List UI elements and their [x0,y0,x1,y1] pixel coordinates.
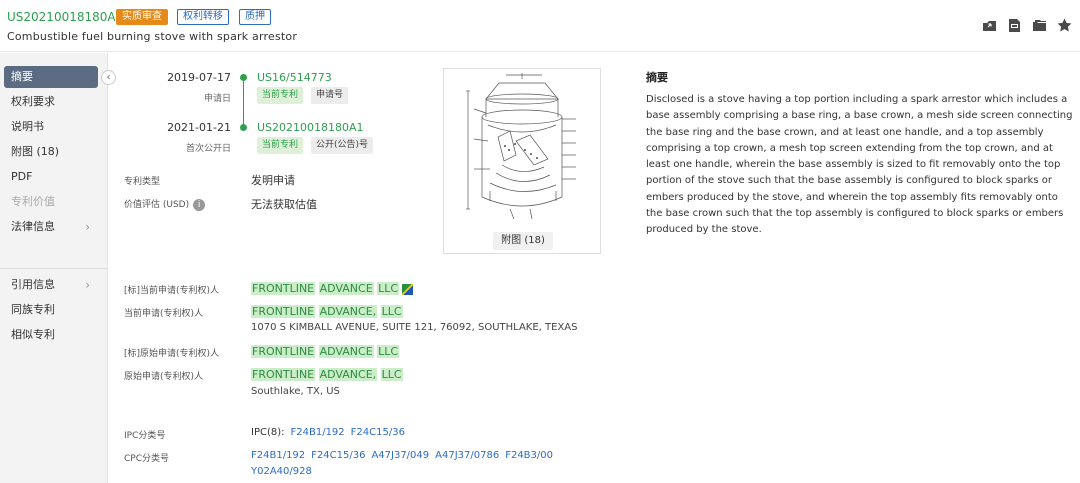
highlight-word: FRONTLINE [251,305,316,318]
company-flag-icon[interactable] [402,283,414,295]
timeline-dot [240,74,247,81]
current-applicant-label: 当前申请(专利权)人 [124,309,204,319]
abstract-heading: 摘要 [646,71,668,84]
patent-type-value: 发明申请 [251,174,295,187]
abstract-text: Disclosed is a stove having a top portio… [646,94,1073,236]
tag-current-patent: 当前专利 [257,87,304,104]
highlight-word: FRONTLINE [251,368,316,381]
chevron-right-icon: › [85,220,90,234]
highlight-word: ADVANCE, [318,305,378,318]
chevron-right-icon: › [85,278,90,292]
current-applicant-address: 1070 S KIMBALL AVENUE, SUITE 121, 76092,… [251,322,578,333]
patent-header: US20210018180A1 实质审查 权利转移 质押 Combustible… [0,0,1080,52]
star-icon[interactable] [1056,17,1072,33]
cpc-label: CPC分类号 [124,454,169,464]
cpc-code-link[interactable]: A47J37/049 [371,450,429,461]
sidebar: 摘要 权利要求 说明书 附图 (18) PDF 专利价值 法律信息 › 引用信息… [0,53,108,483]
ipc-label: IPC分类号 [124,431,166,441]
std-original-applicant[interactable]: FRONTLINE ADVANCE LLC [251,345,400,358]
figure-caption[interactable]: 附图 (18) [493,232,553,250]
header-toolbar [981,17,1072,33]
patent-title: Combustible fuel burning stove with spar… [7,30,298,43]
highlight-word: FRONTLINE [251,345,316,358]
cpc-code-link[interactable]: F24B1/192 [251,450,305,461]
tag-publication-number: 公开(公告)号 [311,137,374,154]
status-badge-transfer[interactable]: 权利转移 [177,9,229,25]
sidebar-item-label: 法律信息 [11,220,55,233]
original-applicant[interactable]: FRONTLINE ADVANCE, LLC [251,368,403,381]
publication-date-label: 首次公开日 [185,144,231,154]
sidebar-item-drawings[interactable]: 附图 (18) [4,141,98,163]
publication-number-link[interactable]: US20210018180A1 [257,121,364,134]
pdf-icon[interactable] [1006,17,1022,33]
application-number-link[interactable]: US16/514773 [257,71,332,84]
application-date: 2019-07-17 [167,71,231,84]
publication-date: 2021-01-21 [167,121,231,134]
sidebar-item-label: 引用信息 [11,278,55,291]
sidebar-item-abstract[interactable]: 摘要 [4,66,98,88]
sidebar-divider [0,268,107,269]
highlight-word: ADVANCE [318,345,374,358]
original-applicant-label: 原始申请(专利权)人 [124,372,204,382]
current-applicant[interactable]: FRONTLINE ADVANCE, LLC [251,305,403,318]
highlight-word: ADVANCE, [318,368,378,381]
ipc-prefix: IPC(8): [251,427,285,438]
cpc-codes-line2: Y02A40/928 [251,466,318,477]
application-date-label: 申请日 [203,94,231,104]
highlight-word: LLC [380,368,403,381]
status-badge-pledge[interactable]: 质押 [239,9,271,25]
ipc-code-link[interactable]: F24B1/192 [291,427,345,438]
status-badge-examination: 实质审查 [116,9,168,25]
sidebar-item-family[interactable]: 同族专利 [4,299,98,321]
publication-number[interactable]: US20210018180A1 [7,10,123,24]
timeline-line [243,81,244,127]
cpc-code-link[interactable]: Y02A40/928 [251,466,312,477]
valuation-label: 价值评估 (USD) i [124,197,206,211]
std-current-applicant[interactable]: FRONTLINE ADVANCE LLC [251,282,414,295]
sidebar-item-similar[interactable]: 相似专利 [4,324,98,346]
patent-figure-thumbnail[interactable]: 附图 (18) [443,68,601,254]
valuation-label-text: 价值评估 (USD) [124,200,190,210]
cpc-code-link[interactable]: F24B3/00 [505,450,553,461]
ipc-codes: IPC(8): F24B1/192 F24C15/36 [251,427,411,438]
sidebar-item-description[interactable]: 说明书 [4,116,98,138]
sidebar-item-citations[interactable]: 引用信息 › [4,274,98,296]
ipc-code-link[interactable]: F24C15/36 [351,427,405,438]
cpc-code-link[interactable]: F24C15/36 [311,450,365,461]
highlight-word: ADVANCE [318,282,374,295]
collapse-sidebar-button[interactable]: ‹ [101,70,116,85]
std-current-applicant-label: [标]当前申请(专利权)人 [124,286,220,296]
highlight-word: LLC [377,345,400,358]
folder-icon[interactable] [1031,17,1047,33]
cpc-code-link[interactable]: A47J37/0786 [435,450,499,461]
highlight-word: LLC [377,282,400,295]
sidebar-item-pdf[interactable]: PDF [4,166,98,188]
stove-drawing [466,73,576,220]
tag-current-patent: 当前专利 [257,137,304,154]
cpc-codes-line1: F24B1/192 F24C15/36 A47J37/049 A47J37/0786 F… [251,450,559,461]
highlight-word: LLC [380,305,403,318]
sidebar-item-claims[interactable]: 权利要求 [4,91,98,113]
highlight-word: FRONTLINE [251,282,316,295]
sidebar-item-patent-value: 专利价值 [11,195,55,208]
info-icon[interactable]: i [193,198,206,211]
sidebar-item-legal[interactable]: 法律信息 › [4,216,98,238]
timeline-dot [240,124,247,131]
share-icon[interactable] [981,17,997,33]
valuation-value: 无法获取估值 [251,198,317,211]
std-original-applicant-label: [标]原始申请(专利权)人 [124,349,220,359]
original-applicant-address: Southlake, TX, US [251,386,340,397]
patent-type-label: 专利类型 [124,177,161,187]
tag-application-number: 申请号 [311,87,349,104]
